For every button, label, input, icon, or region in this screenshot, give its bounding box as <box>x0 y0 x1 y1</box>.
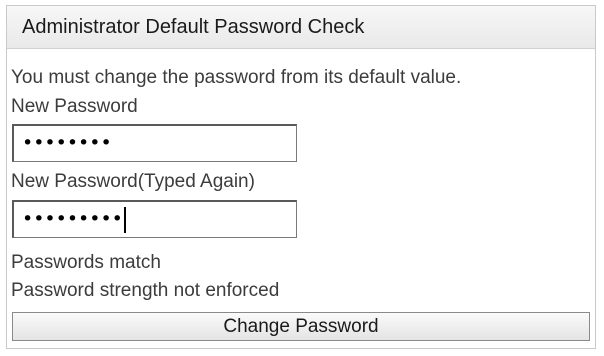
panel-title: Administrator Default Password Check <box>7 6 595 49</box>
change-password-button[interactable]: Change Password <box>12 312 590 341</box>
confirm-password-value: ••••••••• <box>22 208 123 230</box>
confirm-password-label: New Password(Typed Again) <box>11 171 255 192</box>
new-password-label: New Password <box>11 96 138 117</box>
new-password-field[interactable]: •••••••• <box>12 124 297 162</box>
match-status-text: Passwords match <box>11 252 161 273</box>
strength-status-text: Password strength not enforced <box>11 280 280 301</box>
instruction-text: You must change the password from its de… <box>11 67 462 88</box>
text-caret <box>123 206 126 233</box>
confirm-password-field[interactable]: ••••••••• <box>12 200 297 238</box>
password-check-panel: Administrator Default Password Check You… <box>6 5 596 349</box>
new-password-value: •••••••• <box>22 132 112 154</box>
